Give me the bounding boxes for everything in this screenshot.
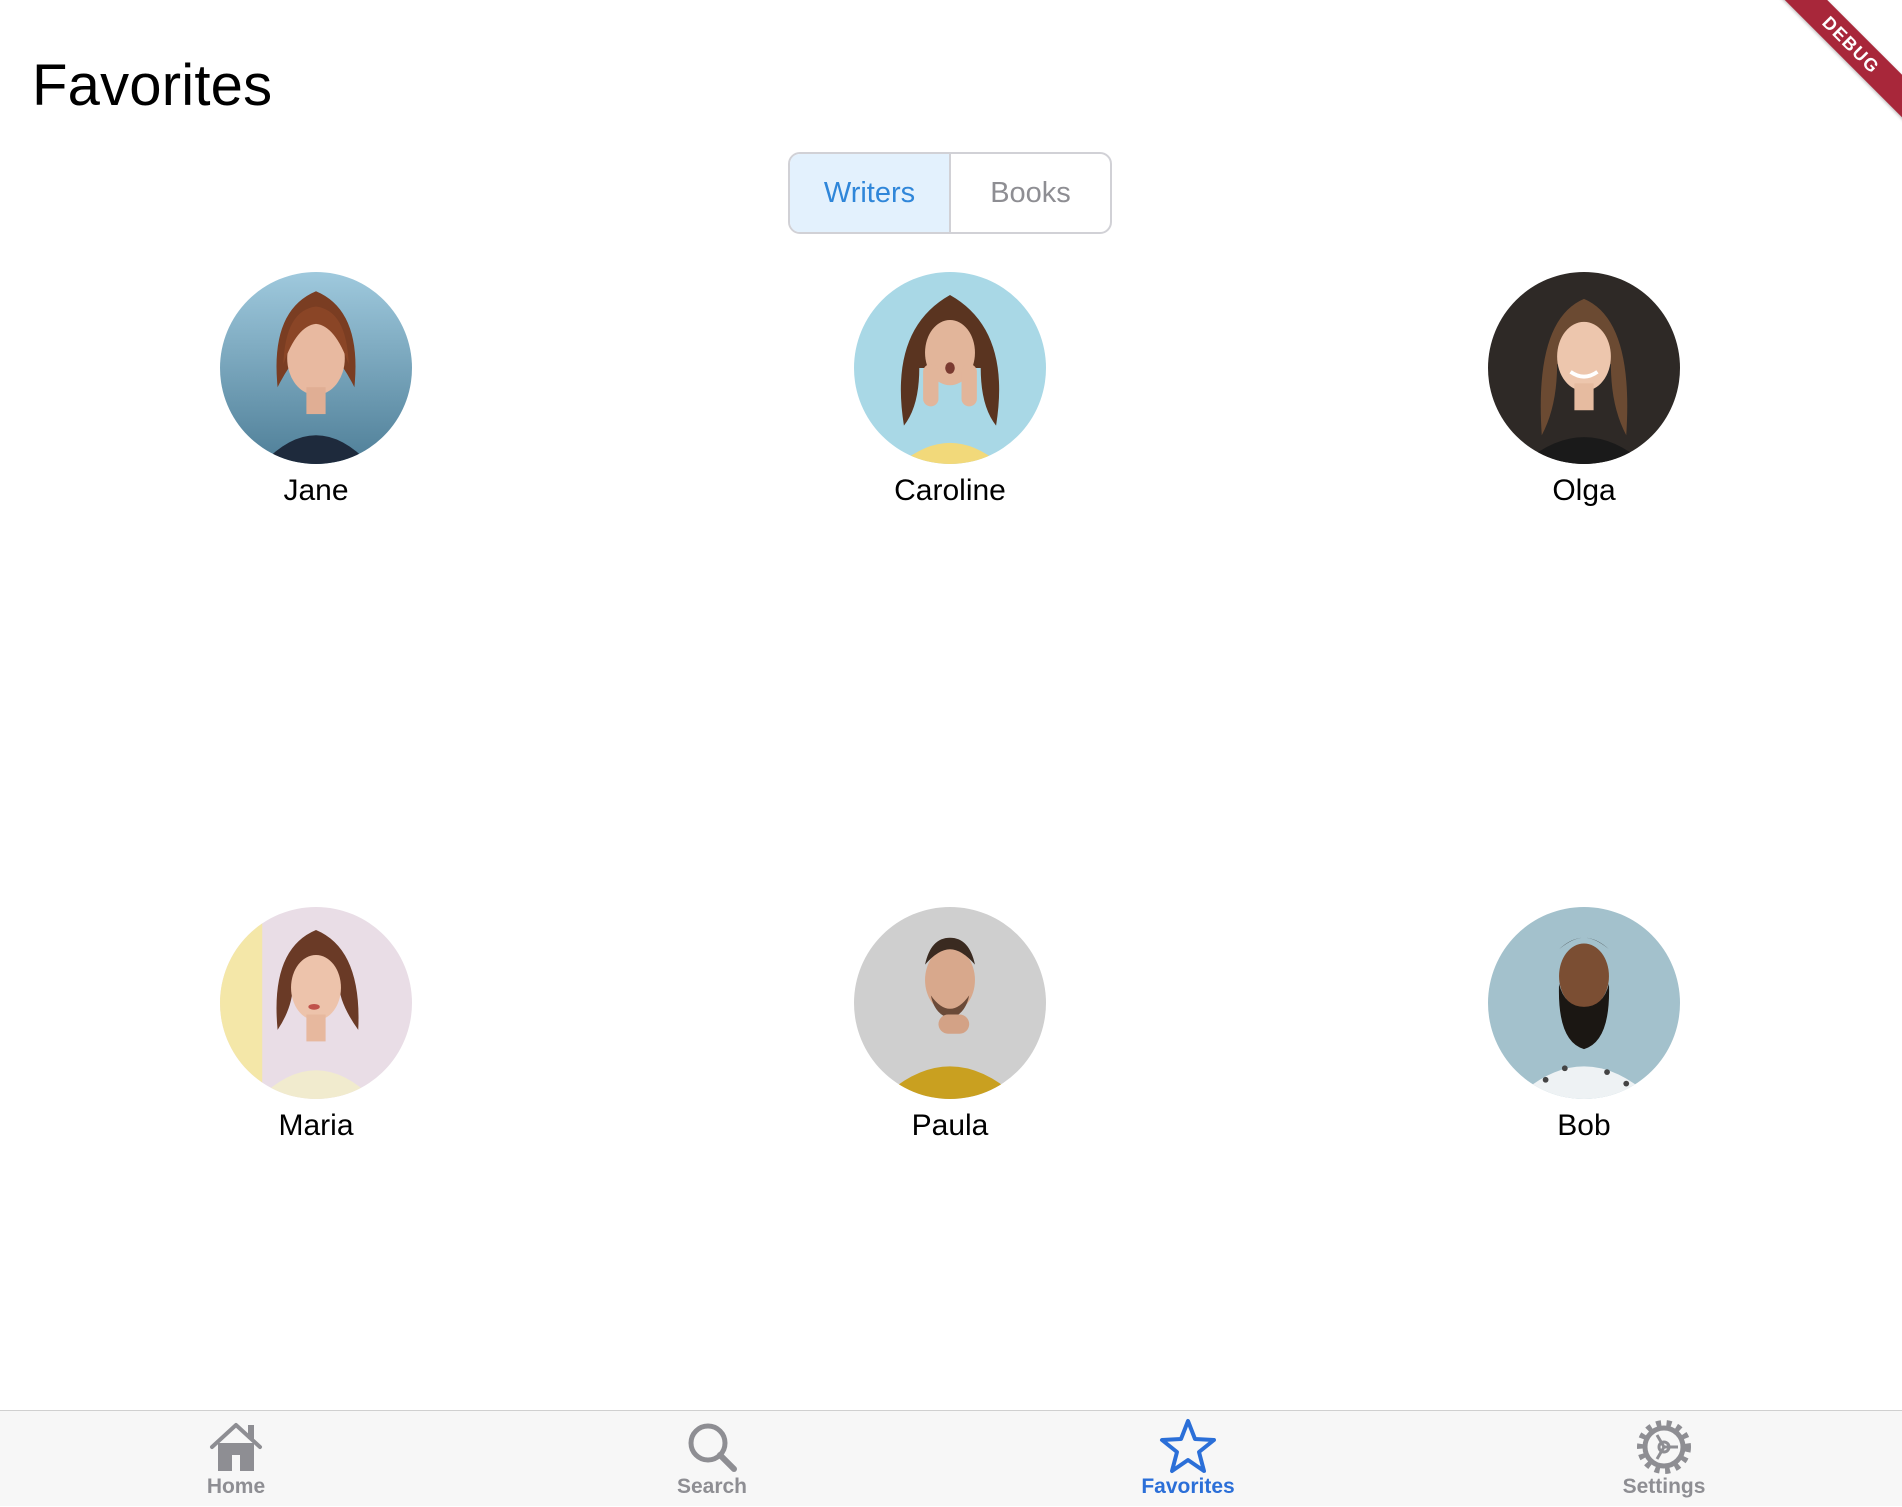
star-icon <box>1160 1419 1216 1473</box>
gear-icon <box>1637 1420 1691 1474</box>
writer-name: Bob <box>1557 1109 1611 1142</box>
avatar-caroline <box>854 272 1046 464</box>
avatar-olga <box>1488 272 1680 464</box>
tab-settings-label: Settings <box>1622 1475 1706 1498</box>
debug-label: DEBUG <box>1773 0 1902 123</box>
tab-search-label: Search <box>676 1475 748 1498</box>
writer-name: Olga <box>1552 474 1616 507</box>
tab-favorites[interactable]: Favorites <box>1088 1411 1288 1507</box>
writer-card-maria[interactable]: Maria <box>196 907 436 1143</box>
home-icon <box>210 1423 262 1471</box>
writers-grid: Jane Caroline Olga Maria Paula Bob <box>0 270 1902 1410</box>
writers-books-segmented-control[interactable]: Writers Books <box>788 152 1112 234</box>
avatar-maria <box>220 907 412 1099</box>
writer-card-jane[interactable]: Jane <box>196 272 436 508</box>
writer-name: Maria <box>278 1109 354 1142</box>
page-title: Favorites <box>32 53 273 118</box>
writer-card-paula[interactable]: Paula <box>830 907 1070 1143</box>
writer-card-caroline[interactable]: Caroline <box>830 272 1070 508</box>
segment-writers[interactable]: Writers <box>790 154 951 232</box>
avatar-jane <box>220 272 412 464</box>
writer-card-olga[interactable]: Olga <box>1464 272 1704 508</box>
writer-name: Caroline <box>894 474 1006 507</box>
debug-banner: DEBUG <box>1772 0 1902 130</box>
tab-search[interactable]: Search <box>612 1411 812 1507</box>
bottom-tab-bar: Home Search Favorites Settings <box>0 1410 1902 1506</box>
tab-settings[interactable]: Settings <box>1564 1411 1764 1507</box>
writer-name: Paula <box>911 1109 989 1142</box>
writer-name: Jane <box>283 474 349 507</box>
search-icon <box>688 1423 737 1472</box>
segment-books[interactable]: Books <box>951 154 1110 232</box>
writer-card-bob[interactable]: Bob <box>1464 907 1704 1143</box>
avatar-paula <box>854 907 1046 1099</box>
avatar-bob <box>1488 907 1680 1099</box>
tab-favorites-label: Favorites <box>1141 1475 1235 1498</box>
tab-home[interactable]: Home <box>136 1411 336 1507</box>
tab-home-label: Home <box>206 1475 266 1498</box>
